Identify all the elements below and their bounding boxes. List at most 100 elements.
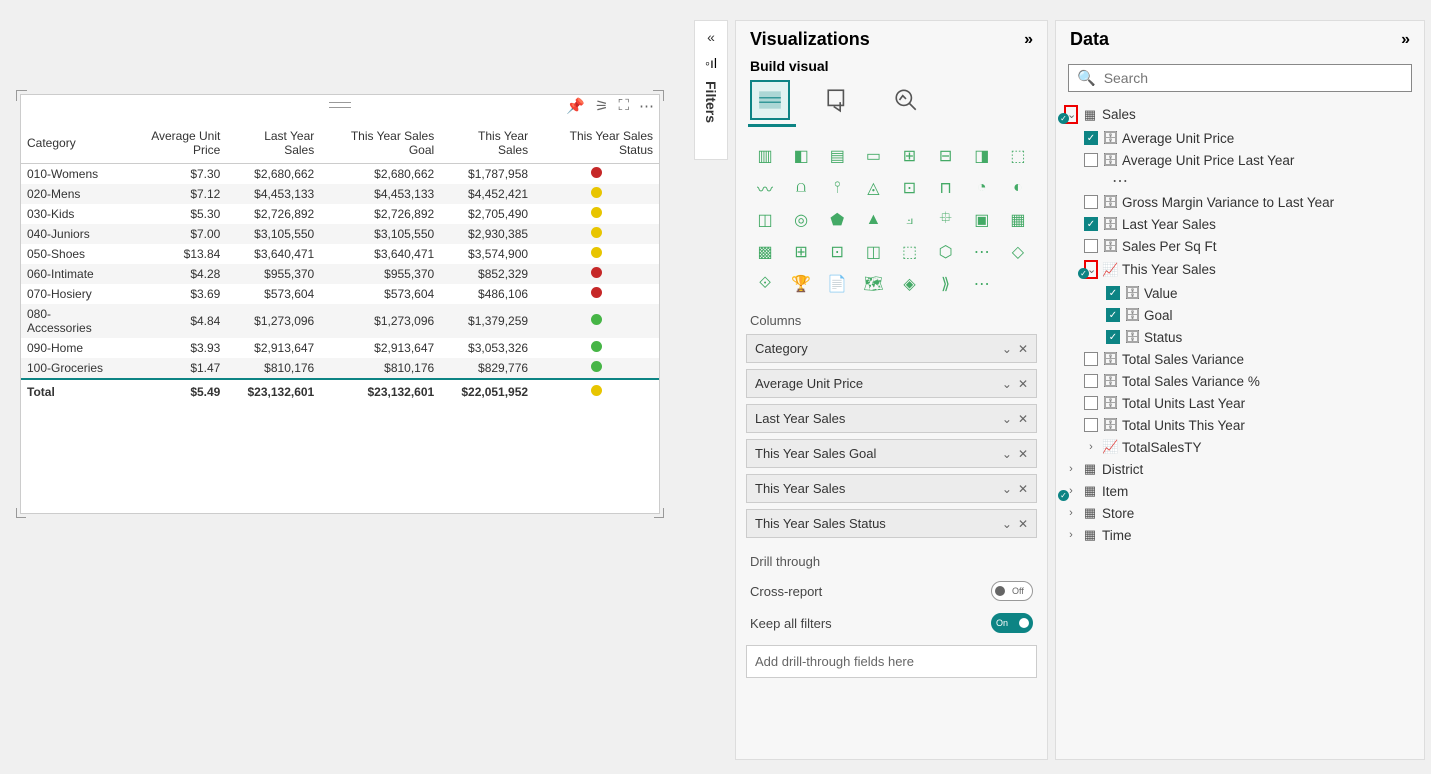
chart-type-button[interactable]: ⊟ xyxy=(931,143,961,169)
checkbox-icon[interactable] xyxy=(1084,374,1098,388)
remove-icon[interactable]: ✕ xyxy=(1018,517,1028,531)
checkbox-checked-icon[interactable]: ✓ xyxy=(1106,286,1120,300)
field-total-units-last-year[interactable]: 🗄 Total Units Last Year xyxy=(1062,392,1418,414)
checkbox-icon[interactable] xyxy=(1084,396,1098,410)
cross-report-toggle[interactable] xyxy=(991,581,1033,601)
field-gross-margin-variance[interactable]: 🗄 Gross Margin Variance to Last Year xyxy=(1062,191,1418,213)
table-store[interactable]: › ▦ Store xyxy=(1062,502,1418,524)
chevron-down-icon[interactable]: ⌄ xyxy=(1002,517,1012,531)
checkbox-icon[interactable] xyxy=(1084,195,1098,209)
checkbox-checked-icon[interactable]: ✓ xyxy=(1106,330,1120,344)
column-header[interactable]: This Year Sales Goal xyxy=(320,123,440,164)
checkbox-icon[interactable] xyxy=(1084,239,1098,253)
chevron-down-icon[interactable]: ⌄ xyxy=(1002,412,1012,426)
table-row[interactable]: 050-Shoes$13.84$3,640,471$3,640,471$3,57… xyxy=(21,244,659,264)
chart-type-button[interactable]: ▲ xyxy=(858,207,888,233)
chart-type-button[interactable]: ◨ xyxy=(967,143,997,169)
expand-filters-icon[interactable]: « xyxy=(707,29,715,45)
chart-type-button[interactable]: ⯐ xyxy=(931,207,961,233)
chevron-down-icon[interactable]: ⌄ xyxy=(1002,447,1012,461)
table-row[interactable]: 080-Accessories$4.84$1,273,096$1,273,096… xyxy=(21,304,659,338)
remove-icon[interactable]: ✕ xyxy=(1018,342,1028,356)
remove-icon[interactable]: ✕ xyxy=(1018,482,1028,496)
remove-icon[interactable]: ✕ xyxy=(1018,412,1028,426)
chart-type-button[interactable]: ⩍ xyxy=(786,175,816,201)
field-average-unit-price-last-year[interactable]: 🗄 Average Unit Price Last Year xyxy=(1062,149,1418,171)
chevron-right-icon[interactable]: › xyxy=(1084,441,1098,453)
chart-type-button[interactable]: ▣ xyxy=(967,207,997,233)
field-total-sales-variance-pct[interactable]: 🗄 Total Sales Variance % xyxy=(1062,370,1418,392)
field-well[interactable]: This Year Sales⌄✕ xyxy=(746,474,1037,503)
field-total-sales-variance[interactable]: 🗄 Total Sales Variance xyxy=(1062,348,1418,370)
checkbox-checked-icon[interactable]: ✓ xyxy=(1084,217,1098,231)
column-header[interactable]: Category xyxy=(21,123,120,164)
column-header[interactable]: Average Unit Price xyxy=(120,123,227,164)
field-total-units-this-year[interactable]: 🗄 Total Units This Year xyxy=(1062,414,1418,436)
table-time[interactable]: › ▦ Time xyxy=(1062,524,1418,546)
chart-type-button[interactable]: ⊞ xyxy=(895,143,925,169)
pin-icon[interactable]: 📌 xyxy=(566,97,585,115)
chart-type-button[interactable]: ⊓ xyxy=(931,175,961,201)
table-row[interactable]: 100-Groceries$1.47$810,176$810,176$829,7… xyxy=(21,358,659,379)
analytics-tab[interactable] xyxy=(886,80,926,120)
chart-type-button[interactable]: ⊡ xyxy=(822,239,852,265)
remove-icon[interactable]: ✕ xyxy=(1018,377,1028,391)
chart-type-button[interactable]: 🏆 xyxy=(786,271,816,297)
table-row[interactable]: 020-Mens$7.12$4,453,133$4,453,133$4,452,… xyxy=(21,184,659,204)
remove-icon[interactable]: ✕ xyxy=(1018,447,1028,461)
more-fields-icon[interactable]: ⋯ xyxy=(1062,171,1418,191)
chart-type-button[interactable]: ◫ xyxy=(858,239,888,265)
field-status[interactable]: ✓ 🗄 Status xyxy=(1062,326,1418,348)
chart-type-button[interactable]: ▦ xyxy=(1003,207,1033,233)
chart-type-button[interactable]: ▩ xyxy=(750,239,780,265)
format-visual-tab[interactable] xyxy=(818,80,858,120)
chevron-right-icon[interactable]: › xyxy=(1064,507,1078,519)
chevron-down-icon[interactable]: ⌄ xyxy=(1002,482,1012,496)
chart-type-button[interactable]: ◫ xyxy=(750,207,780,233)
field-total-sales-ty[interactable]: › 📈 TotalSalesTY xyxy=(1062,436,1418,458)
chevron-right-icon[interactable]: › xyxy=(1064,529,1078,541)
checkbox-icon[interactable] xyxy=(1084,153,1098,167)
chart-type-button[interactable]: ⋯ xyxy=(967,239,997,265)
chart-type-button[interactable]: ▥ xyxy=(750,143,780,169)
more-options-icon[interactable]: ⋯ xyxy=(639,97,654,115)
visual-header[interactable]: 📌 ⚞ ⛶ ⋯ xyxy=(21,95,659,115)
table-row[interactable]: 030-Kids$5.30$2,726,892$2,726,892$2,705,… xyxy=(21,204,659,224)
chart-type-button[interactable]: ◔ xyxy=(967,175,997,201)
column-header[interactable]: This Year Sales xyxy=(440,123,534,164)
table-row[interactable]: 070-Hosiery$3.69$573,604$573,604$486,106 xyxy=(21,284,659,304)
chart-type-button[interactable]: ⟓ xyxy=(895,207,925,233)
column-header[interactable]: Last Year Sales xyxy=(226,123,320,164)
total-row[interactable]: Total$5.49$23,132,601$23,132,601$22,051,… xyxy=(21,379,659,402)
chevron-down-icon[interactable]: ⌄ xyxy=(1002,342,1012,356)
chart-type-button[interactable]: ⋯ xyxy=(967,271,997,297)
field-average-unit-price[interactable]: ✓ 🗄 Average Unit Price xyxy=(1062,127,1418,149)
chart-type-button[interactable]: ▭ xyxy=(858,143,888,169)
field-last-year-sales[interactable]: ✓ 🗄 Last Year Sales xyxy=(1062,213,1418,235)
checkbox-checked-icon[interactable]: ✓ xyxy=(1106,308,1120,322)
chart-type-button[interactable]: ◬ xyxy=(858,175,888,201)
chart-type-button[interactable]: ⬟ xyxy=(822,207,852,233)
table-row[interactable]: 090-Home$3.93$2,913,647$2,913,647$3,053,… xyxy=(21,338,659,358)
table-sales[interactable]: ⌄ ▦✓ Sales xyxy=(1062,102,1418,127)
chart-type-button[interactable]: ⊞ xyxy=(786,239,816,265)
chart-type-button[interactable]: 🗺 xyxy=(858,271,888,297)
chevron-down-icon[interactable]: ⌄ xyxy=(1002,377,1012,391)
chart-type-button[interactable]: ⟐ xyxy=(750,271,780,297)
field-well[interactable]: This Year Sales Goal⌄✕ xyxy=(746,439,1037,468)
chart-type-button[interactable]: ⟫ xyxy=(931,271,961,297)
chart-type-button[interactable]: 〰 xyxy=(750,175,780,201)
collapse-data-icon[interactable]: » xyxy=(1401,31,1410,49)
search-input[interactable] xyxy=(1104,70,1403,86)
chart-type-button[interactable]: ▤ xyxy=(822,143,852,169)
table-item[interactable]: › ▦✓ Item xyxy=(1062,480,1418,502)
chart-type-button[interactable]: ⬚ xyxy=(1003,143,1033,169)
table-row[interactable]: 060-Intimate$4.28$955,370$955,370$852,32… xyxy=(21,264,659,284)
field-well[interactable]: Last Year Sales⌄✕ xyxy=(746,404,1037,433)
focus-mode-icon[interactable]: ⛶ xyxy=(618,97,629,115)
field-goal[interactable]: ✓ 🗄 Goal xyxy=(1062,304,1418,326)
chart-type-button[interactable]: ⬚ xyxy=(895,239,925,265)
chart-type-button[interactable]: ⬡ xyxy=(931,239,961,265)
field-this-year-sales[interactable]: ⌄ 📈✓ This Year Sales xyxy=(1062,257,1418,282)
drag-grip-icon[interactable] xyxy=(329,102,351,108)
